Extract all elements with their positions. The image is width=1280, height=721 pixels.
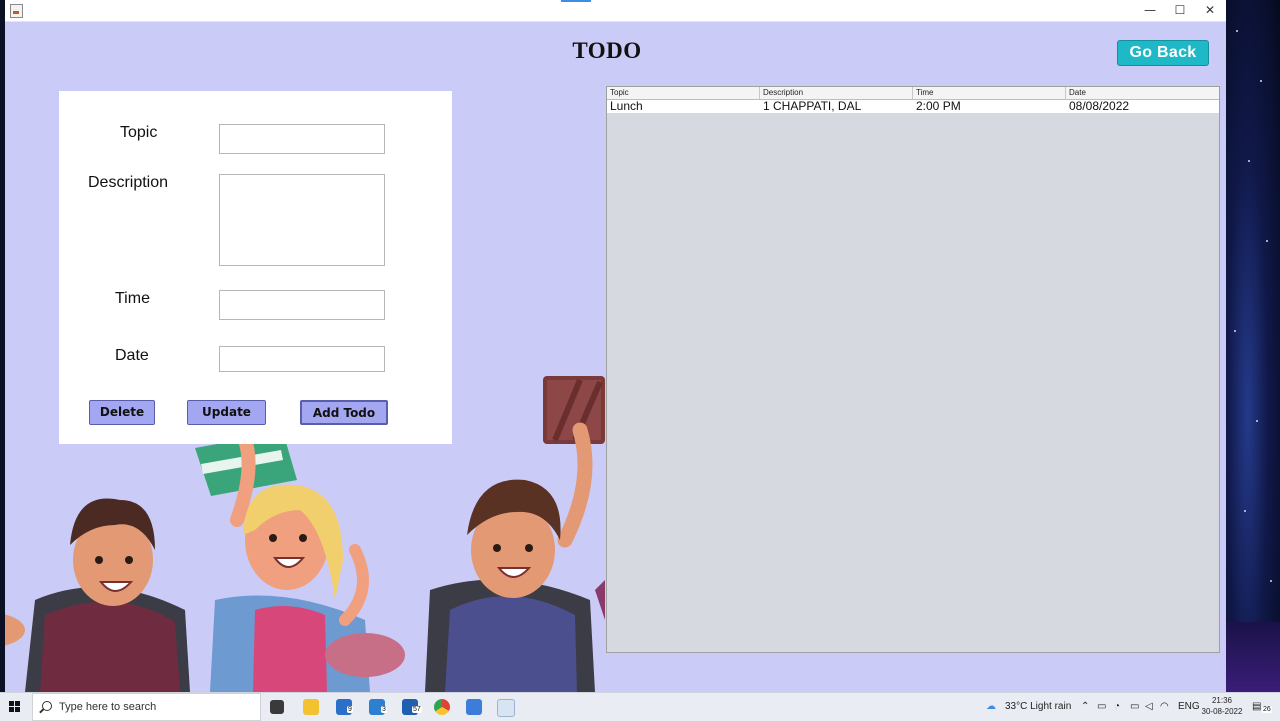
date-label: Date [115,347,149,364]
weather-icon: ☁ [986,701,996,712]
time-input[interactable] [219,290,385,320]
close-button[interactable]: ✕ [1195,0,1225,21]
page-title: TODO [572,38,642,63]
store-badge: 57 [412,706,422,713]
cell-topic: Lunch [610,100,643,113]
student-boy-left [5,498,190,692]
chrome-icon[interactable] [434,699,450,715]
minimize-button[interactable]: — [1135,0,1165,21]
topic-input[interactable] [219,124,385,154]
description-label: Description [88,174,169,191]
time-label: Time [115,290,150,307]
search-icon [42,701,52,711]
java-app-icon [10,4,23,18]
add-todo-button[interactable]: Add Todo [300,400,388,425]
title-bar: — ☐ ✕ [5,0,1226,22]
todo-table[interactable]: Topic Description Time Date Lunch 1 CHAP… [606,86,1220,653]
cell-date: 08/08/2022 [1069,100,1130,113]
column-header-date[interactable]: Date [1066,87,1219,99]
tray-wifi-icon[interactable]: ◠ [1160,701,1169,712]
description-textarea[interactable] [219,174,385,266]
title-accent [561,0,591,2]
app-window: — ☐ ✕ TODO Go Back Topic Description Tim… [5,0,1226,692]
table-header: Topic Description Time Date [607,87,1219,100]
language-indicator[interactable]: ENG [1178,701,1200,712]
column-header-description[interactable]: Description [760,87,913,99]
todo-form-panel: Topic Description Time Date Delete Updat… [59,91,452,444]
search-placeholder: Type here to search [59,701,157,713]
file-explorer-icon[interactable] [303,699,319,715]
weather-text[interactable]: 33°C Light rain [1005,701,1071,712]
column-header-topic[interactable]: Topic [607,87,760,99]
desktop-background [1226,0,1280,692]
column-header-time[interactable]: Time [913,87,1066,99]
table-row[interactable]: Lunch 1 CHAPPATI, DAL 2:00 PM 08/08/2022 [607,100,1219,113]
notification-badge: 26 [1262,706,1272,713]
todo-badge: 3 [381,706,387,713]
tray-display-icon[interactable]: ▭ [1130,701,1139,712]
cell-time: 2:00 PM [916,100,961,113]
mail-badge: 9 [347,706,353,713]
tray-battery-icon[interactable]: ▭ [1097,701,1106,712]
topic-label: Topic [120,124,158,141]
java-app-taskbar-icon[interactable] [497,699,515,717]
cell-description: 1 CHAPPATI, DAL [763,100,862,113]
clock-date: 30-08-2022 [1201,707,1243,716]
taskbar: Type here to search 9 3 57 ☁ 33°C Light … [0,692,1280,721]
update-button[interactable]: Update [187,400,266,425]
clock-time: 21:36 [1211,696,1233,705]
notification-icon[interactable]: ▤ [1252,701,1261,712]
taskbar-clock[interactable]: 21:36 30-08-2022 [1200,695,1244,717]
maximize-button[interactable]: ☐ [1165,0,1195,21]
delete-button[interactable]: Delete [89,400,155,425]
go-back-button[interactable]: Go Back [1117,40,1209,66]
windows-start-icon[interactable] [9,701,21,713]
date-input[interactable] [219,346,385,372]
task-view-icon[interactable] [270,700,284,714]
tray-network-icon[interactable]: ◔ [1114,701,1120,712]
tray-volume-icon[interactable]: ◁ [1145,701,1153,712]
tray-chevron-icon[interactable]: ⌃ [1081,701,1089,712]
taskbar-search-box[interactable]: Type here to search [32,693,261,721]
ide-icon[interactable] [466,699,482,715]
